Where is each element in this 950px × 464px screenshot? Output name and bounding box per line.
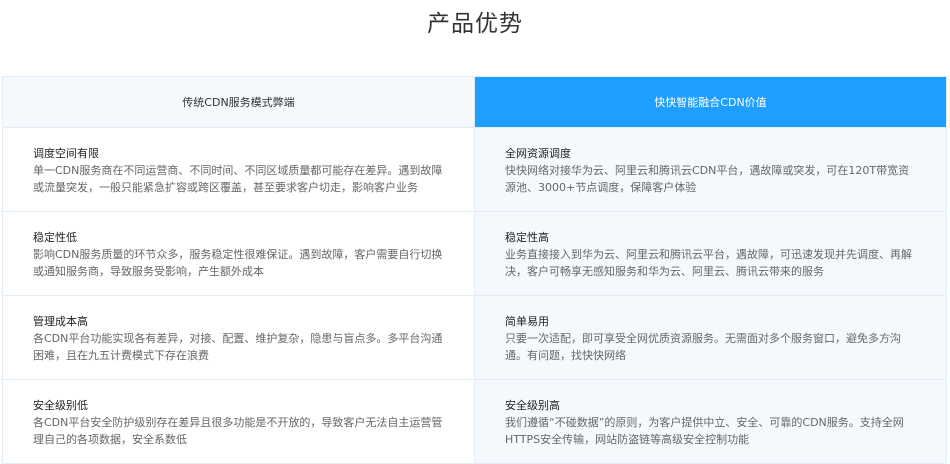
value-cell: 安全级别高 我们遵循“不碰数据”的原则，为客户提供中立、安全、可靠的CDN服务。… xyxy=(475,380,946,463)
drawback-title: 调度空间有限 xyxy=(33,147,99,160)
drawback-desc: 各CDN平台功能实现各有差异，对接、配置、维护复杂，隐患与盲点多。多平台沟通困难… xyxy=(33,332,443,362)
table-row: 稳定性低 影响CDN服务质量的环节众多，服务稳定性很难保证。遇到故障，客户需要自… xyxy=(3,211,946,295)
drawback-cell: 安全级别低 各CDN平台安全防护级别存在差异且很多功能是不开放的，导致客户无法自… xyxy=(3,380,475,463)
value-desc: 快快网络对接华为云、阿里云和腾讯云CDN平台，遇故障或突发，可在120T带宽资源… xyxy=(505,164,910,194)
table-header: 传统CDN服务模式弊端 快快智能融合CDN价值 xyxy=(3,77,946,127)
page-title: 产品优势 xyxy=(427,11,523,37)
table-row: 安全级别低 各CDN平台安全防护级别存在差异且很多功能是不开放的，导致客户无法自… xyxy=(3,379,946,463)
header-kuaikuai-cdn: 快快智能融合CDN价值 xyxy=(475,77,946,127)
drawback-title: 稳定性低 xyxy=(33,231,77,244)
drawback-desc: 单一CDN服务商在不同运营商、不同时间、不同区域质量都可能存在差异。遇到故障或流… xyxy=(33,164,443,194)
value-cell: 简单易用 只要一次适配，即可享受全网优质资源服务。无需面对多个服务窗口，避免多方… xyxy=(475,296,946,379)
value-title: 全网资源调度 xyxy=(505,147,571,160)
value-title: 安全级别高 xyxy=(505,399,560,412)
value-desc: 业务直接接入到华为云、阿里云和腾讯云平台，遇故障，可迅速发现并先调度、再解决，客… xyxy=(505,248,912,278)
drawback-desc: 影响CDN服务质量的环节众多，服务稳定性很难保证。遇到故障，客户需要自行切换或通… xyxy=(33,248,443,278)
value-title: 简单易用 xyxy=(505,315,549,328)
header-traditional-cdn: 传统CDN服务模式弊端 xyxy=(3,77,475,127)
table-row: 管理成本高 各CDN平台功能实现各有差异，对接、配置、维护复杂，隐患与盲点多。多… xyxy=(3,295,946,379)
value-desc: 只要一次适配，即可享受全网优质资源服务。无需面对多个服务窗口，避免多方沟通。有问… xyxy=(505,332,901,362)
value-cell: 稳定性高 业务直接接入到华为云、阿里云和腾讯云平台，遇故障，可迅速发现并先调度、… xyxy=(475,212,946,295)
drawback-cell: 调度空间有限 单一CDN服务商在不同运营商、不同时间、不同区域质量都可能存在差异… xyxy=(3,128,475,211)
comparison-table: 传统CDN服务模式弊端 快快智能融合CDN价值 调度空间有限 单一CDN服务商在… xyxy=(2,76,947,464)
drawback-title: 管理成本高 xyxy=(33,315,88,328)
value-cell: 全网资源调度 快快网络对接华为云、阿里云和腾讯云CDN平台，遇故障或突发，可在1… xyxy=(475,128,946,211)
drawback-title: 安全级别低 xyxy=(33,399,88,412)
drawback-cell: 管理成本高 各CDN平台功能实现各有差异，对接、配置、维护复杂，隐患与盲点多。多… xyxy=(3,296,475,379)
table-row: 调度空间有限 单一CDN服务商在不同运营商、不同时间、不同区域质量都可能存在差异… xyxy=(3,127,946,211)
drawback-desc: 各CDN平台安全防护级别存在差异且很多功能是不开放的，导致客户无法自主运营管理自… xyxy=(33,416,443,446)
drawback-cell: 稳定性低 影响CDN服务质量的环节众多，服务稳定性很难保证。遇到故障，客户需要自… xyxy=(3,212,475,295)
value-title: 稳定性高 xyxy=(505,231,549,244)
value-desc: 我们遵循“不碰数据”的原则，为客户提供中立、安全、可靠的CDN服务。支持全网HT… xyxy=(505,416,904,446)
